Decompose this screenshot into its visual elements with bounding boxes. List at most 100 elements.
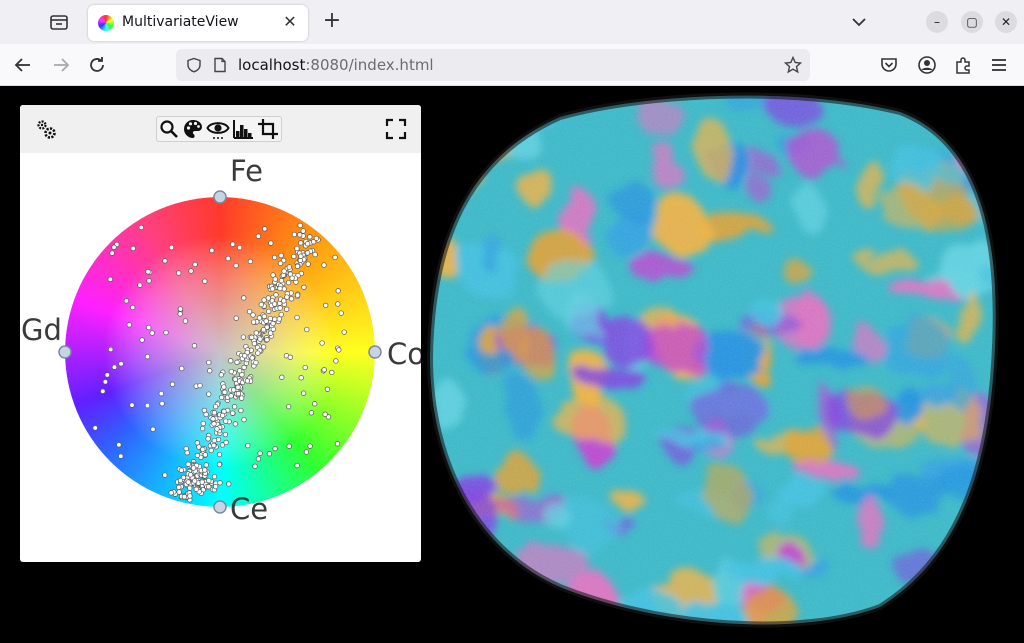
data-point: [209, 247, 215, 254]
new-tab-button[interactable]: +: [320, 10, 344, 34]
data-point: [202, 278, 208, 284]
data-point: [185, 479, 191, 485]
data-point: [104, 372, 110, 378]
data-point: [230, 410, 236, 416]
data-point: [312, 401, 318, 407]
data-point: [168, 490, 174, 496]
bookmark-star-icon[interactable]: [784, 56, 802, 74]
favicon-icon: [98, 15, 114, 31]
data-point: [294, 314, 300, 321]
data-point: [177, 311, 183, 317]
data-point: [279, 374, 285, 380]
data-point: [146, 324, 152, 331]
data-point: [202, 452, 208, 458]
radviz-plot[interactable]: Fe Co Ce Gd: [20, 153, 421, 562]
data-point: [231, 387, 237, 393]
reload-icon[interactable]: [86, 54, 108, 76]
data-point: [218, 394, 225, 401]
data-point: [223, 418, 229, 424]
data-point: [228, 393, 234, 399]
browser-nav-bar: localhost:8080/index.html: [0, 44, 1024, 86]
data-point: [300, 390, 307, 396]
data-point: [108, 346, 114, 353]
data-point: [261, 313, 267, 319]
data-point: [116, 442, 122, 448]
data-point: [281, 268, 287, 274]
data-point: [294, 462, 300, 469]
data-point: [266, 308, 272, 314]
data-point: [334, 441, 341, 447]
browser-tab[interactable]: MultivariateView ✕: [88, 5, 308, 41]
anchor-handle-fe[interactable]: [213, 190, 227, 204]
panel-toolbar: [20, 105, 421, 153]
histogram-icon[interactable]: [232, 118, 254, 140]
menu-icon[interactable]: [988, 54, 1010, 76]
tab-close-icon[interactable]: ✕: [280, 12, 300, 32]
data-point: [168, 244, 175, 251]
data-point: [323, 302, 329, 309]
data-point: [150, 426, 156, 432]
close-window-button[interactable]: ✕: [995, 11, 1017, 33]
tab-list-icon[interactable]: [48, 12, 70, 32]
account-icon[interactable]: [916, 54, 938, 76]
url-text[interactable]: localhost:8080/index.html: [238, 56, 434, 74]
data-point: [255, 456, 262, 462]
data-point: [123, 298, 130, 304]
data-point: [109, 250, 115, 256]
data-point: [258, 301, 264, 308]
page-content: Fe Co Ce Gd: [0, 87, 1024, 643]
forward-icon[interactable]: [50, 54, 72, 76]
url-bar[interactable]: localhost:8080/index.html: [176, 49, 810, 81]
data-point: [307, 443, 313, 449]
data-point: [297, 232, 303, 238]
extensions-icon[interactable]: [952, 54, 974, 76]
data-point: [163, 329, 169, 336]
data-point: [194, 452, 201, 459]
volume-blob: [950, 606, 988, 625]
data-point: [129, 402, 135, 408]
data-point: [139, 337, 145, 343]
data-point: [268, 240, 274, 246]
data-point: [208, 447, 214, 454]
pocket-icon[interactable]: [878, 54, 900, 76]
data-point: [241, 416, 247, 423]
data-point: [262, 226, 268, 232]
data-point: [235, 391, 242, 397]
data-point: [216, 461, 223, 468]
maximize-button[interactable]: ▢: [961, 11, 983, 33]
anchor-handle-co[interactable]: [368, 345, 382, 359]
crop-icon[interactable]: [257, 118, 279, 140]
palette-icon[interactable]: [182, 118, 204, 140]
data-point: [245, 442, 251, 449]
anchor-label-gd: Gd: [21, 313, 62, 347]
data-point: [260, 327, 267, 333]
fullscreen-icon[interactable]: [384, 117, 408, 141]
page-icon[interactable]: [212, 57, 228, 73]
data-point: [244, 378, 251, 384]
data-point: [291, 253, 297, 260]
data-point: [193, 486, 199, 492]
data-point: [260, 344, 267, 350]
data-point: [225, 255, 231, 262]
chevron-down-icon[interactable]: [848, 11, 870, 33]
data-point: [232, 376, 238, 382]
data-point: [261, 297, 267, 303]
data-point: [284, 306, 290, 312]
data-point: [302, 364, 308, 371]
data-point: [308, 410, 315, 416]
data-point: [312, 251, 318, 258]
data-point: [226, 481, 232, 487]
anchor-handle-gd[interactable]: [58, 345, 72, 359]
minimize-button[interactable]: –: [926, 11, 948, 33]
data-point: [270, 320, 276, 327]
anchor-handle-ce[interactable]: [213, 500, 227, 514]
data-point: [217, 480, 223, 486]
data-point: [218, 372, 224, 378]
shield-icon[interactable]: [186, 57, 202, 73]
eye-icon[interactable]: [206, 118, 230, 140]
back-icon[interactable]: [12, 54, 34, 76]
gears-icon[interactable]: [34, 117, 58, 141]
data-point: [194, 440, 200, 446]
zoom-icon[interactable]: [158, 118, 180, 140]
data-point: [332, 254, 338, 261]
